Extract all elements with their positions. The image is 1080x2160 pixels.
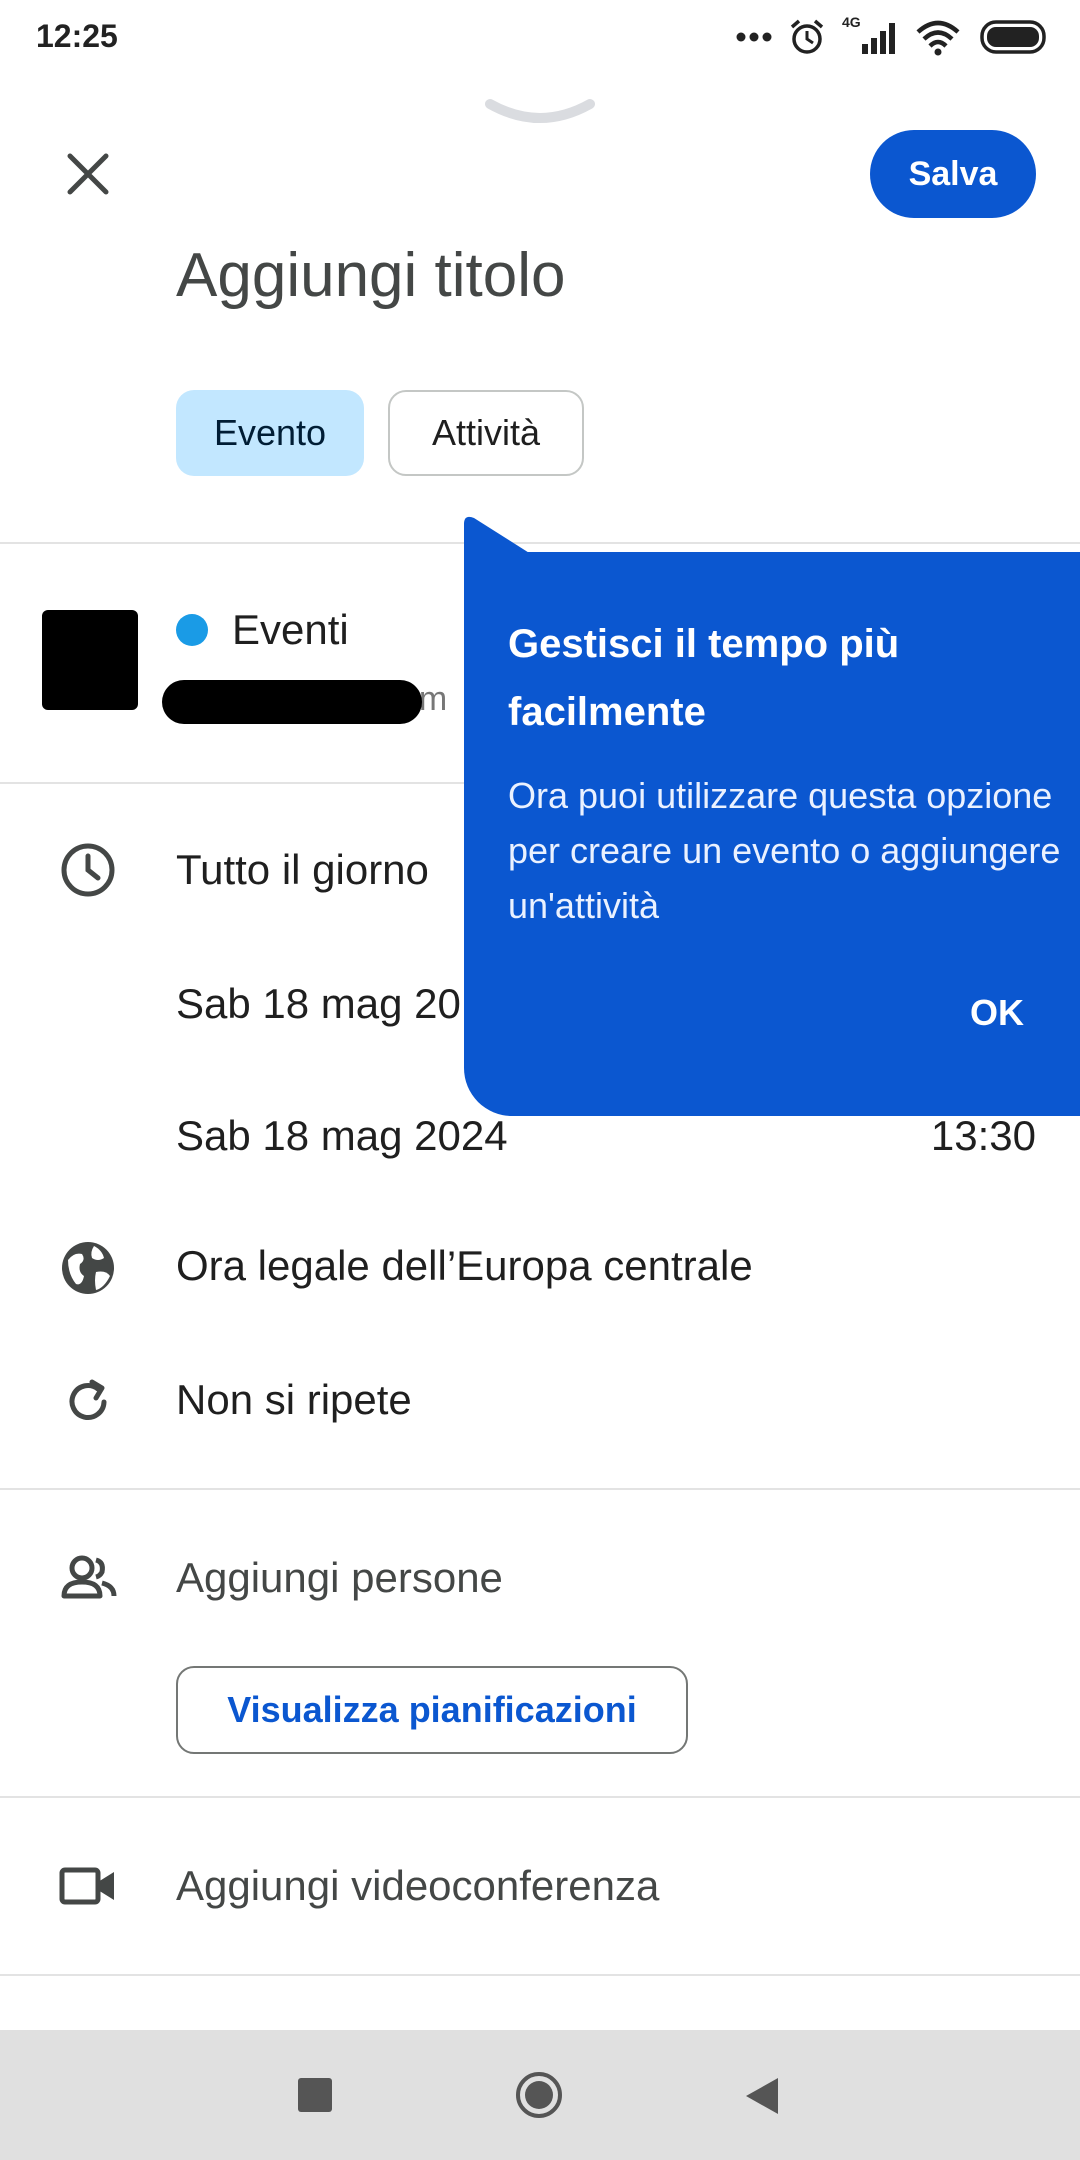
divider bbox=[0, 1796, 1080, 1798]
calendar-name[interactable]: Eventi bbox=[232, 606, 349, 654]
cellular-signal: 4G bbox=[842, 14, 898, 56]
status-time: 12:25 bbox=[36, 18, 118, 54]
alarm-icon bbox=[790, 19, 824, 54]
avatar[interactable] bbox=[42, 610, 138, 710]
drag-handle-icon[interactable] bbox=[485, 98, 595, 128]
recents-square-icon[interactable] bbox=[298, 2078, 332, 2112]
all-day-label[interactable]: Tutto il giorno bbox=[176, 846, 429, 894]
timezone-label[interactable]: Ora legale dell’Europa centrale bbox=[176, 1242, 753, 1290]
end-date[interactable]: Sab 18 mag 2024 bbox=[176, 1112, 508, 1160]
more-dots-icon bbox=[736, 32, 772, 42]
divider bbox=[0, 542, 1080, 544]
chip-event[interactable]: Evento bbox=[176, 390, 364, 476]
tooltip-title: Gestisci il tempo più facilmente bbox=[508, 622, 900, 734]
divider bbox=[0, 1974, 1080, 1976]
signal-icon bbox=[862, 23, 895, 54]
add-people-input[interactable]: Aggiungi persone bbox=[176, 1554, 503, 1602]
title-input[interactable]: Aggiungi titolo bbox=[176, 240, 566, 311]
home-circle-icon[interactable] bbox=[514, 2070, 564, 2120]
close-icon[interactable] bbox=[64, 150, 112, 198]
tooltip-arrow bbox=[464, 516, 534, 556]
tooltip-body: Ora puoi utilizzare questa opzione per c… bbox=[508, 775, 1061, 926]
view-schedules-button[interactable]: Visualizza pianificazioni bbox=[176, 1666, 688, 1754]
wifi-icon bbox=[916, 20, 960, 56]
calendar-color-dot bbox=[176, 614, 208, 646]
clock-icon bbox=[61, 843, 115, 897]
back-triangle-icon[interactable] bbox=[744, 2076, 780, 2116]
divider bbox=[0, 1488, 1080, 1490]
repeat-label[interactable]: Non si ripete bbox=[176, 1376, 412, 1424]
account-email-redacted bbox=[162, 680, 422, 724]
people-icon bbox=[61, 1555, 117, 1599]
repeat-icon bbox=[69, 1379, 107, 1420]
status-icons: 4G bbox=[736, 14, 1050, 56]
battery-icon bbox=[980, 20, 1046, 54]
chip-task[interactable]: Attività bbox=[388, 390, 584, 476]
end-time[interactable]: 13:30 bbox=[931, 1112, 1036, 1160]
video-camera-icon bbox=[59, 1867, 114, 1905]
globe-icon bbox=[62, 1242, 114, 1294]
add-video-conference[interactable]: Aggiungi videoconferenza bbox=[176, 1862, 659, 1910]
save-button[interactable]: Salva bbox=[870, 130, 1036, 218]
start-date[interactable]: Sab 18 mag 20 bbox=[176, 980, 461, 1028]
tooltip-ok-button[interactable]: OK bbox=[970, 992, 1024, 1034]
